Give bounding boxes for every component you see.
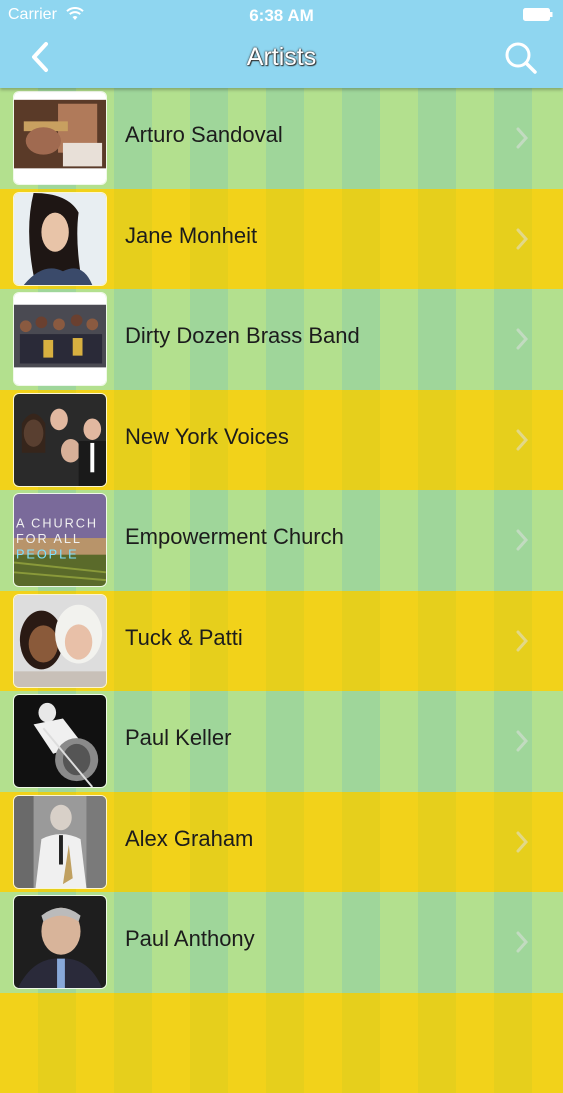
list-item[interactable]: New York Voices bbox=[0, 390, 563, 491]
list-item[interactable]: A CHURCH FOR ALL PEOPLE Empowerment Chur… bbox=[0, 490, 563, 591]
artist-list: Arturo Sandoval Jane Monheit bbox=[0, 88, 563, 1000]
search-icon bbox=[501, 38, 541, 78]
list-item[interactable]: Arturo Sandoval bbox=[0, 88, 563, 189]
artist-photo bbox=[13, 895, 107, 989]
artist-name: Paul Anthony bbox=[125, 926, 255, 952]
chevron-right-icon bbox=[515, 227, 529, 251]
chevron-right-icon bbox=[515, 327, 529, 351]
list-item[interactable]: Jane Monheit bbox=[0, 189, 563, 290]
list-item[interactable]: Paul Keller bbox=[0, 691, 563, 792]
artist-name: Alex Graham bbox=[125, 826, 253, 852]
artist-photo bbox=[13, 594, 107, 688]
navigation-header: Carrier 6:38 AM Artists bbox=[0, 0, 563, 88]
chevron-right-icon bbox=[515, 428, 529, 452]
artist-name: Paul Keller bbox=[125, 725, 231, 751]
artist-name: Dirty Dozen Brass Band bbox=[125, 323, 360, 349]
artist-photo bbox=[13, 292, 107, 386]
chevron-right-icon bbox=[515, 830, 529, 854]
thumb-text-line-1: A CHURCH bbox=[16, 515, 98, 530]
artist-name: New York Voices bbox=[125, 424, 289, 450]
chevron-right-icon bbox=[515, 729, 529, 753]
artist-photo bbox=[13, 795, 107, 889]
list-item-partial bbox=[0, 993, 563, 1093]
status-time: 6:38 AM bbox=[0, 6, 563, 26]
artist-name: Jane Monheit bbox=[125, 223, 257, 249]
list-item[interactable]: Alex Graham bbox=[0, 792, 563, 893]
list-item[interactable]: Paul Anthony bbox=[0, 892, 563, 993]
chevron-right-icon bbox=[515, 528, 529, 552]
list-item[interactable]: Dirty Dozen Brass Band bbox=[0, 289, 563, 390]
list-item[interactable]: Tuck & Patti bbox=[0, 591, 563, 692]
artist-name: Tuck & Patti bbox=[125, 625, 243, 651]
thumb-text-line-2: FOR ALL bbox=[16, 531, 82, 546]
artist-photo: A CHURCH FOR ALL PEOPLE bbox=[13, 493, 107, 587]
artist-photo bbox=[13, 192, 107, 286]
status-bar: Carrier 6:38 AM bbox=[0, 0, 563, 30]
artist-name: Arturo Sandoval bbox=[125, 122, 283, 148]
page-title: Artists bbox=[0, 43, 563, 72]
chevron-right-icon bbox=[515, 629, 529, 653]
artist-photo bbox=[13, 694, 107, 788]
chevron-right-icon bbox=[515, 930, 529, 954]
battery-icon bbox=[523, 8, 553, 21]
artist-photo bbox=[13, 393, 107, 487]
artist-photo bbox=[13, 91, 107, 185]
search-button[interactable] bbox=[501, 38, 541, 78]
chevron-right-icon bbox=[515, 126, 529, 150]
artist-name: Empowerment Church bbox=[125, 524, 344, 550]
nav-bar: Artists bbox=[0, 30, 563, 88]
thumb-text-line-3: PEOPLE bbox=[16, 547, 79, 562]
